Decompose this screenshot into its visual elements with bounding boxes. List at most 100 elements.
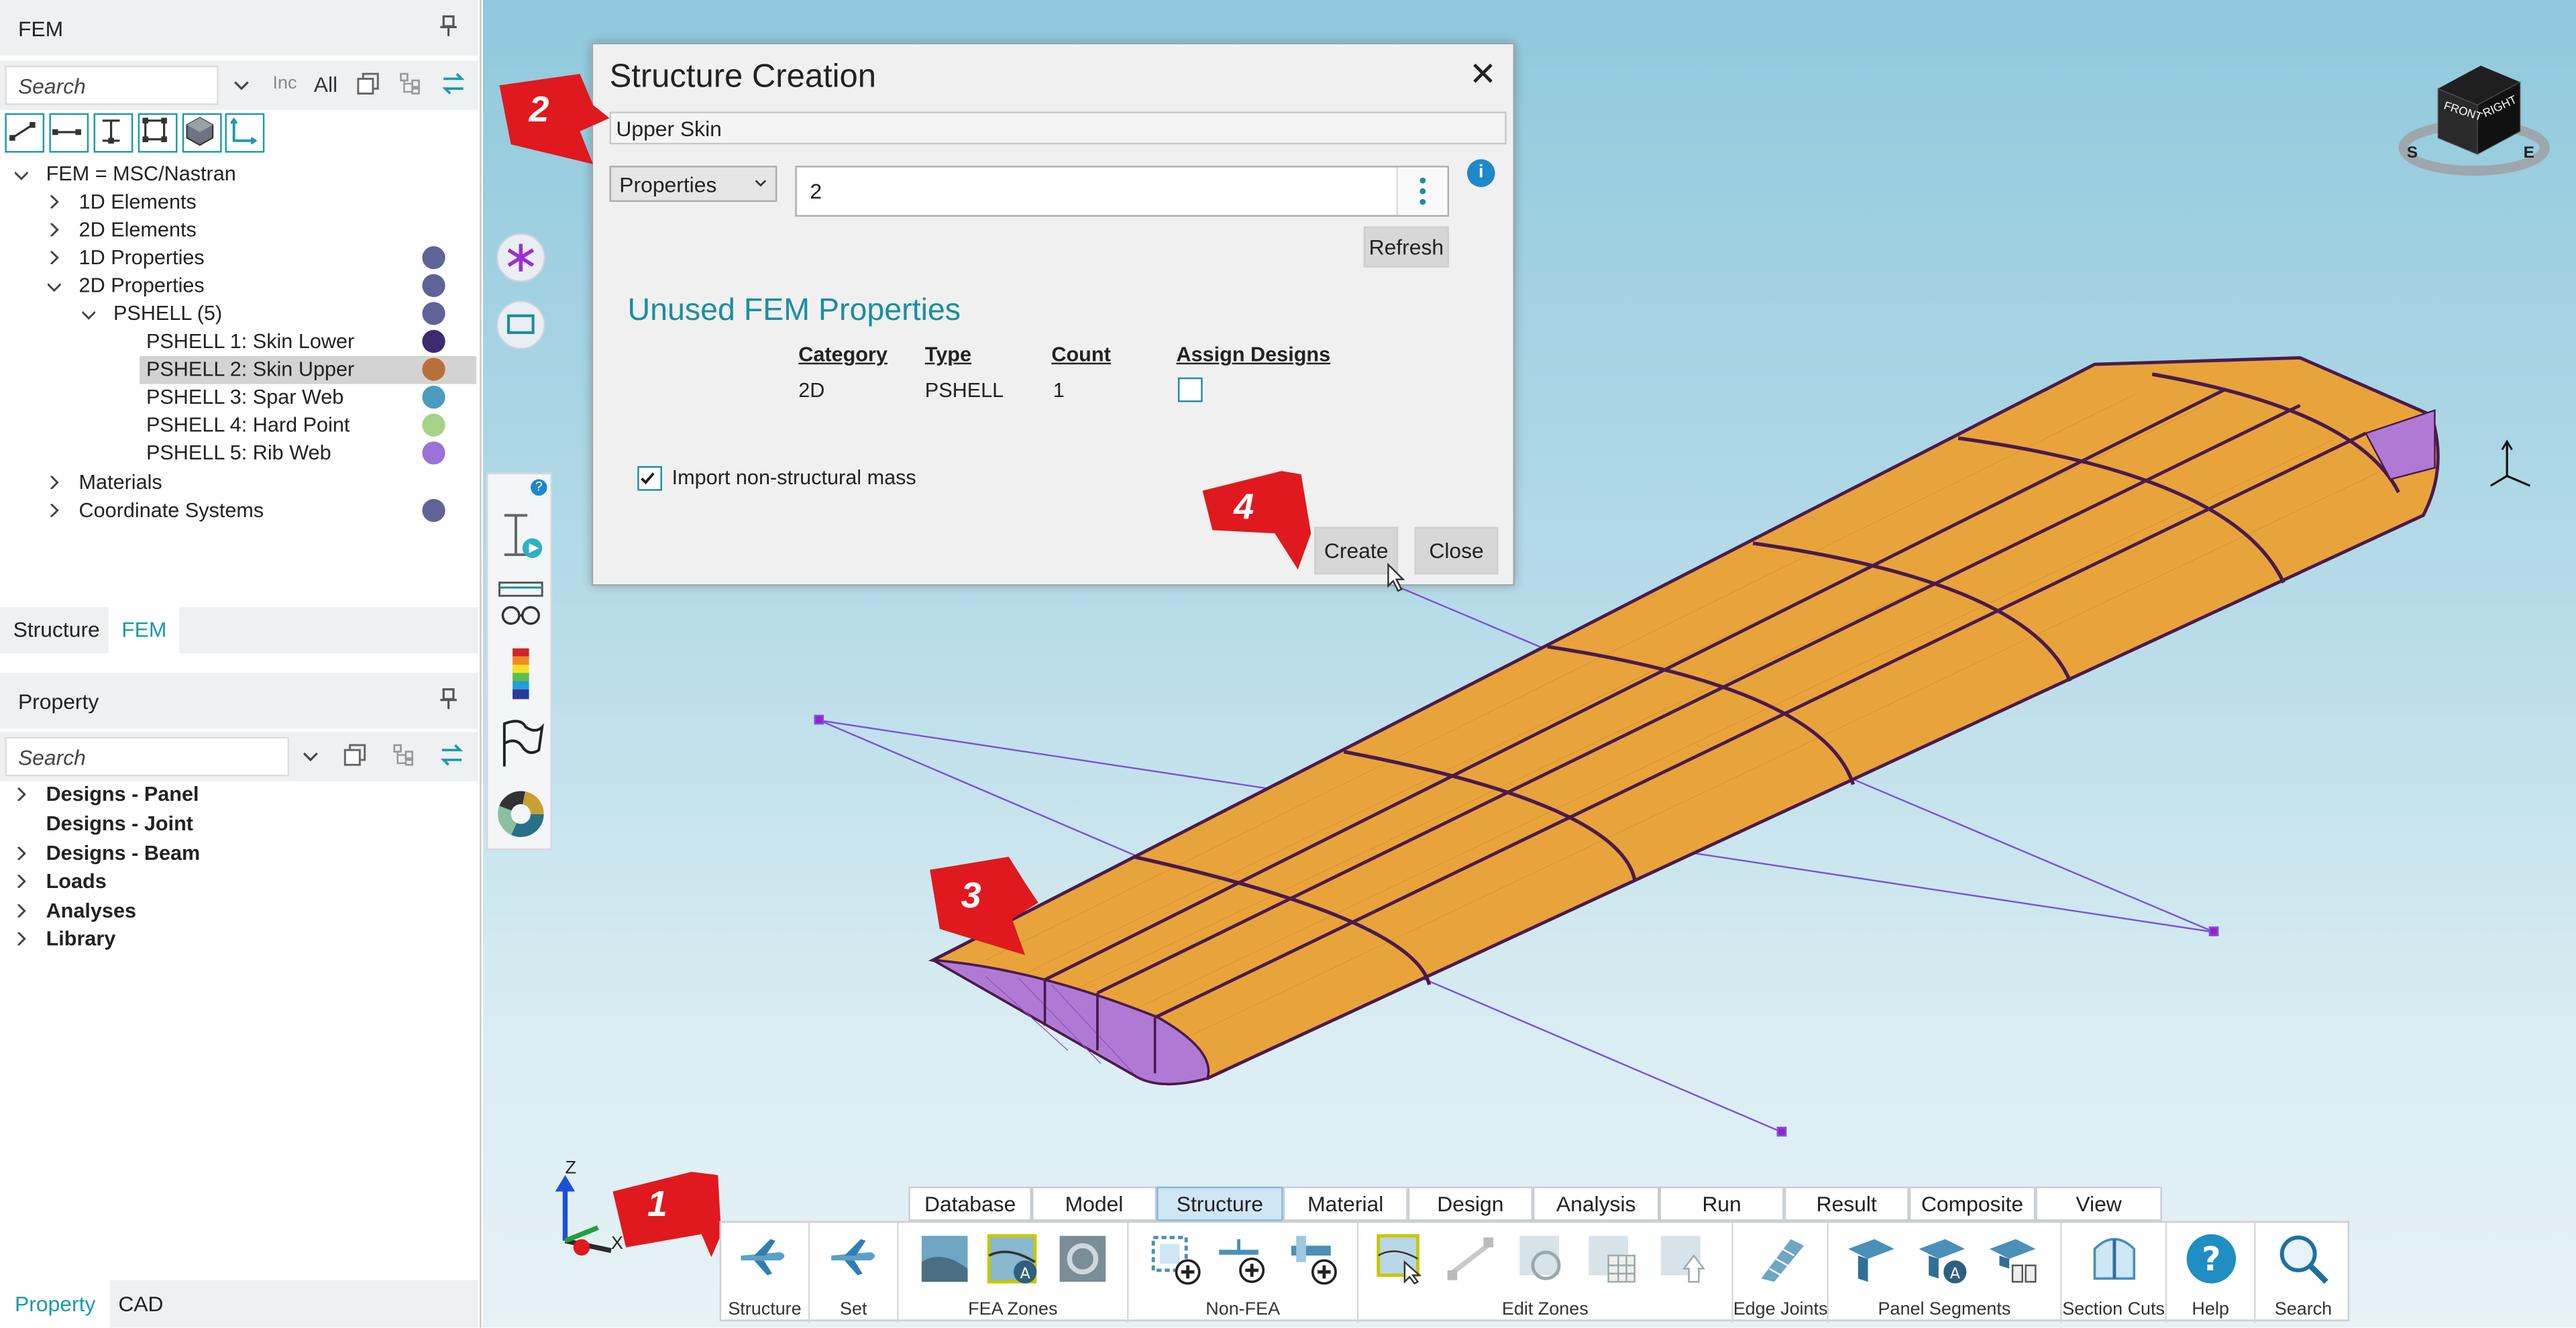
callout-2-number: 2 [529, 89, 549, 130]
ribbon-label-structure: Structure [728, 1300, 802, 1320]
close-button[interactable]: Close [1414, 527, 1499, 575]
section-cut-icon [2093, 1237, 2136, 1280]
ribbon-group-fea-zones[interactable]: A FEA Zones [899, 1223, 1129, 1323]
panel-segment-icon [1848, 1239, 1894, 1282]
callout-4-number: 4 [1234, 486, 1254, 527]
edit-zone-select-icon [1377, 1234, 1422, 1285]
zone-icon [921, 1235, 968, 1282]
rectangle-icon [506, 314, 535, 334]
ribbon-group-edit-zones[interactable]: Edit Zones [1358, 1223, 1733, 1323]
ribbon-group-edge-joints[interactable]: Edge Joints [1733, 1223, 1829, 1323]
callout-3-number: 3 [961, 875, 981, 916]
callout-arrow-icon [930, 856, 1038, 956]
ribbon: Structure Set A FEA Zones Non-FEA Edit Z… [719, 1221, 2351, 1323]
kebab-icon [1419, 177, 1426, 205]
ribbon-group-structure[interactable]: Structure [721, 1223, 810, 1323]
viewcube-east[interactable]: E [2524, 144, 2534, 162]
callout-3: 3 [926, 853, 1041, 958]
triad-z-label: Z [565, 1158, 576, 1178]
glasses-icon[interactable] [496, 579, 545, 632]
zone-auto-icon: A [987, 1234, 1037, 1284]
ribbon-label-section-cuts: Section Cuts [2062, 1300, 2165, 1320]
flag-icon[interactable] [496, 717, 545, 769]
tab-result[interactable]: Result [1784, 1186, 1909, 1221]
ribbon-group-non-fea[interactable]: Non-FEA [1128, 1223, 1359, 1323]
close-icon[interactable]: ✕ [1469, 59, 1497, 92]
checkmark-icon [641, 472, 655, 485]
help-circle-icon: ? [2186, 1234, 2237, 1284]
tab-model[interactable]: Model [1031, 1186, 1157, 1221]
svg-text:?: ? [2202, 1240, 2220, 1278]
viewcube-south[interactable]: S [2407, 144, 2418, 162]
add-zone-icon [1151, 1235, 1201, 1285]
add-beam-icon [1219, 1239, 1265, 1283]
tab-structure-ribbon[interactable]: Structure [1157, 1186, 1283, 1221]
ribbon-label-search: Search [2274, 1300, 2332, 1320]
callout-arrow-icon [499, 74, 610, 164]
split-zone-icon [1447, 1237, 1494, 1280]
tab-design[interactable]: Design [1407, 1186, 1533, 1221]
panel-segment-auto-icon: A [1919, 1239, 1967, 1284]
beam-play-icon[interactable] [496, 510, 545, 563]
tab-view[interactable]: View [2035, 1186, 2162, 1221]
tab-analysis[interactable]: Analysis [1532, 1186, 1660, 1221]
tab-material[interactable]: Material [1283, 1186, 1408, 1221]
view-cube[interactable]: FRONT RIGHT S E [2398, 52, 2550, 177]
edge-joint-icon [1761, 1239, 1805, 1282]
col-category[interactable]: Category [798, 343, 888, 366]
callout-1: 1 [610, 1168, 724, 1267]
panel-segment-multi-icon [1989, 1239, 2037, 1283]
refresh-button[interactable]: Refresh [1363, 226, 1450, 268]
ribbon-group-help[interactable]: ? Help [2167, 1223, 2256, 1323]
tab-run[interactable]: Run [1659, 1186, 1784, 1221]
cell-count: 1 [1053, 379, 1065, 402]
structure-creation-dialog: Structure Creation ✕ Upper Skin Properti… [591, 42, 1515, 586]
box-select-button[interactable] [496, 300, 546, 350]
ribbon-label-set: Set [840, 1300, 867, 1320]
col-type[interactable]: Type [925, 343, 971, 366]
more-options-button[interactable] [1396, 167, 1446, 215]
col-count[interactable]: Count [1051, 343, 1110, 366]
assign-designs-checkbox[interactable] [1177, 377, 1203, 402]
airplane-icon [741, 1239, 785, 1276]
tab-composite[interactable]: Composite [1909, 1186, 2036, 1221]
asterisk-icon [507, 243, 535, 272]
ribbon-group-section-cuts[interactable]: Section Cuts [2061, 1223, 2167, 1323]
zone-ring-icon [1059, 1235, 1106, 1282]
property-ids-input[interactable]: 2 [795, 166, 1450, 217]
tab-database[interactable]: Database [908, 1186, 1032, 1221]
cell-type: PSHELL [924, 379, 1004, 402]
callout-2: 2 [494, 69, 610, 171]
ribbon-label-edge-joints: Edge Joints [1733, 1300, 1828, 1320]
donut-chart-icon[interactable] [496, 789, 545, 838]
svg-text:A: A [1950, 1266, 1960, 1282]
ribbon-group-set[interactable]: Set [810, 1223, 899, 1323]
color-scale-icon[interactable] [509, 648, 532, 701]
snap-button[interactable] [496, 233, 546, 282]
info-icon[interactable]: i [1466, 159, 1495, 187]
mode-select[interactable]: Properties [609, 166, 777, 202]
ribbon-label-edit-zones: Edit Zones [1501, 1300, 1589, 1320]
magnifier-icon [2279, 1235, 2328, 1284]
ribbon-label-fea-zones: FEA Zones [968, 1300, 1058, 1320]
dialog-title: Structure Creation [609, 59, 877, 95]
import-mass-label: Import non-structural mass [672, 465, 916, 490]
callout-1-number: 1 [647, 1183, 667, 1225]
ribbon-group-search[interactable]: Search [2255, 1223, 2351, 1323]
callout-arrow-icon [1202, 471, 1311, 570]
add-joint-icon [1291, 1235, 1337, 1285]
structure-name-input[interactable]: Upper Skin [609, 111, 1507, 145]
view-toolbar: ? [486, 472, 552, 850]
zone-up-icon [1660, 1235, 1706, 1283]
ribbon-label-help: Help [2192, 1300, 2229, 1320]
rotate-zone-icon [1519, 1235, 1561, 1280]
ribbon-label-panel-segments: Panel Segments [1878, 1300, 2011, 1320]
airplane-set-icon [831, 1239, 875, 1276]
ribbon-label-non-fea: Non-FEA [1205, 1300, 1281, 1320]
help-icon[interactable]: ? [531, 479, 547, 496]
mouse-cursor-icon [1387, 563, 1405, 592]
col-assign-designs[interactable]: Assign Designs [1176, 343, 1330, 366]
import-mass-checkbox[interactable] [637, 465, 662, 491]
ribbon-group-panel-segments[interactable]: A Panel Segments [1829, 1223, 2062, 1323]
create-button[interactable]: Create [1314, 527, 1399, 575]
